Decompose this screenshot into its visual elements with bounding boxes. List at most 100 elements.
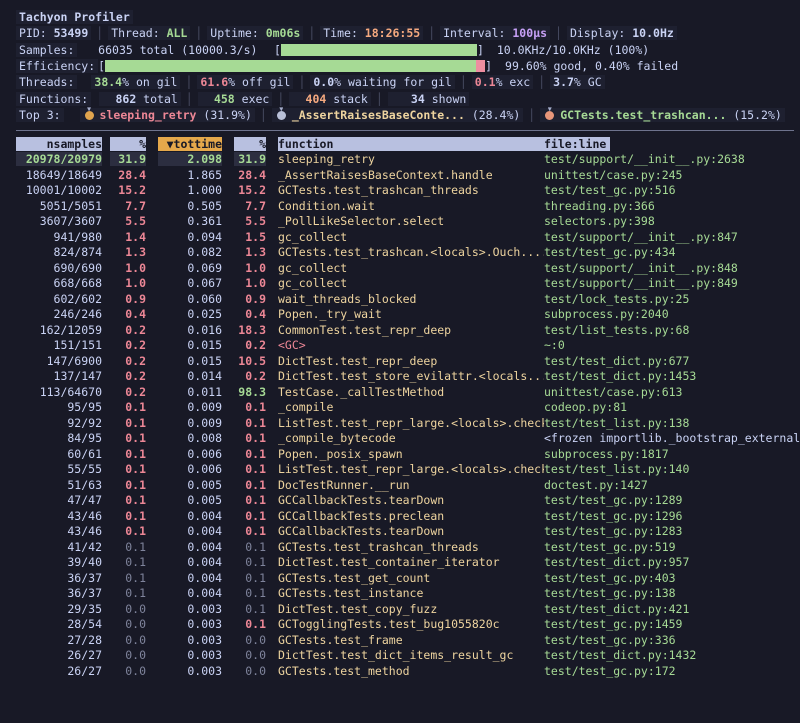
table-row[interactable]: 18649/1864928.41.86528.4_AssertRaisesBas… xyxy=(16,167,800,183)
cell-tottime: 0.009 xyxy=(158,416,222,430)
cell-function: gc_collect xyxy=(278,276,544,290)
table-row[interactable]: 246/2460.40.0250.4Popen._try_waitsubproc… xyxy=(16,307,800,323)
table-row[interactable]: 26/270.00.0030.0DictTest.test_dict_items… xyxy=(16,648,800,664)
cell-nsamples: 60/61 xyxy=(16,447,102,461)
cell-cumulative-pct: 0.1 xyxy=(234,602,266,616)
cell-direct-pct: 0.4 xyxy=(110,307,146,321)
column-header-tottime-sorted[interactable]: ▼tottime xyxy=(158,137,222,151)
column-header-file-line[interactable]: file:line xyxy=(544,137,610,151)
table-row[interactable]: 10001/1000215.21.00015.2GCTests.test_tra… xyxy=(16,183,800,199)
cell-nsamples: 690/690 xyxy=(16,261,102,275)
top3-entry[interactable]: sleeping_retry (31.9%) xyxy=(80,108,255,122)
table-row[interactable]: 824/8741.30.0821.3GCTests.test_trashcan.… xyxy=(16,245,800,261)
column-header-cumulative-pct[interactable]: % xyxy=(234,137,266,151)
thread-stat-value: 38.4 xyxy=(94,75,122,89)
table-row[interactable]: 95/950.10.0090.1_compilecodeop.py:81 xyxy=(16,400,800,416)
cell-nsamples: 824/874 xyxy=(16,245,102,259)
column-header-direct-pct[interactable]: % xyxy=(110,137,146,151)
table-row[interactable]: 147/69000.20.01510.5DictTest.test_repr_d… xyxy=(16,353,800,369)
cell-file-line: doctest.py:1427 xyxy=(544,478,800,492)
table-row[interactable]: 55/550.10.0060.1ListTest.test_repr_large… xyxy=(16,462,800,478)
cell-nsamples: 41/42 xyxy=(16,540,102,554)
column-header-function[interactable]: function xyxy=(278,137,544,151)
table-row[interactable]: 28/540.00.0030.1GCTogglingTests.test_bug… xyxy=(16,617,800,633)
info-item-value: 100µs xyxy=(512,26,547,40)
table-row[interactable]: 5051/50517.70.5057.7Condition.waitthread… xyxy=(16,198,800,214)
column-header-nsamples[interactable]: nsamples xyxy=(16,137,102,151)
silver-medal-icon xyxy=(277,111,286,120)
top3-entry[interactable]: _AssertRaisesBaseConte... (28.4%) xyxy=(272,108,523,122)
bronze-medal-icon xyxy=(545,111,554,120)
cell-function: GCCallbackTests.tearDown xyxy=(278,493,544,507)
table-row[interactable]: 690/6901.00.0691.0gc_collecttest/support… xyxy=(16,260,800,276)
cell-nsamples: 20978/20979 xyxy=(16,152,102,166)
cell-tottime: 0.009 xyxy=(158,400,222,414)
table-row[interactable]: 162/120590.20.01618.3CommonTest.test_rep… xyxy=(16,322,800,338)
table-row[interactable]: 43/460.10.0040.1GCCallbackTests.tearDown… xyxy=(16,524,800,540)
cell-direct-pct: 0.2 xyxy=(110,385,146,399)
cell-direct-pct: 31.9 xyxy=(110,152,146,166)
separator: │ xyxy=(303,26,320,40)
table-row[interactable]: 41/420.10.0040.1GCTests.test_trashcan_th… xyxy=(16,539,800,555)
cell-cumulative-pct: 0.1 xyxy=(234,400,266,414)
cell-cumulative-pct: 0.1 xyxy=(234,493,266,507)
table-row[interactable]: 113/646700.20.01198.3TestCase._callTestM… xyxy=(16,384,800,400)
samples-total xyxy=(77,43,98,57)
table-row[interactable]: 26/270.00.0030.0GCTests.test_methodtest/… xyxy=(16,663,800,679)
cell-nsamples: 84/95 xyxy=(16,431,102,445)
cell-tottime: 0.003 xyxy=(158,633,222,647)
column-header-file-line-wrap: file:line xyxy=(544,137,800,151)
cell-cumulative-pct: 28.4 xyxy=(234,168,266,182)
thread-stat-label: % off gil xyxy=(228,75,290,89)
table-row[interactable]: 92/920.10.0090.1ListTest.test_repr_large… xyxy=(16,415,800,431)
separator: │ xyxy=(550,26,567,40)
table-row[interactable]: 36/370.10.0040.1GCTests.test_get_countte… xyxy=(16,570,800,586)
cell-function: DictTest.test_store_evilattr.<locals... xyxy=(278,369,544,383)
table-row[interactable]: 137/1470.20.0140.2DictTest.test_store_ev… xyxy=(16,369,800,385)
samples-rate-text: 10.0KHz/10.0KHz (100%) xyxy=(497,43,649,57)
table-row[interactable]: 51/630.10.0050.1DocTestRunner.__rundocte… xyxy=(16,477,800,493)
cell-tottime: 0.015 xyxy=(158,354,222,368)
cell-function: DocTestRunner.__run xyxy=(278,478,544,492)
cell-tottime: 0.004 xyxy=(158,586,222,600)
table-row[interactable]: 29/350.00.0030.1DictTest.test_copy_fuzzt… xyxy=(16,601,800,617)
info-item: Interval: 100µs xyxy=(440,26,550,40)
table-row[interactable]: 3607/36075.50.3615.5_PollLikeSelector.se… xyxy=(16,214,800,230)
cell-nsamples: 602/602 xyxy=(16,292,102,306)
cell-cumulative-pct: 0.1 xyxy=(234,462,266,476)
thread-stat: 3.7% GC xyxy=(550,75,604,89)
threads-line: Threads:38.4% on gil│61.6% off gil│0.0% … xyxy=(16,74,800,90)
top3-entry[interactable]: GCTests.test_trashcan... (15.2%) xyxy=(540,108,785,122)
table-row[interactable]: 47/470.10.0050.1GCCallbackTests.tearDown… xyxy=(16,493,800,509)
thread-stat-label: % on gil xyxy=(122,75,177,89)
cell-cumulative-pct: 18.3 xyxy=(234,323,266,337)
table-header-row: nsamples % ▼tottime % function file:line xyxy=(16,136,800,152)
gold-medal-icon xyxy=(85,111,94,120)
table-row[interactable]: 668/6681.00.0671.0gc_collecttest/support… xyxy=(16,276,800,292)
table-row[interactable]: 84/950.10.0080.1_compile_bytecode<frozen… xyxy=(16,431,800,447)
table-row[interactable]: 39/400.10.0040.1DictTest.test_container_… xyxy=(16,555,800,571)
table-row[interactable]: 941/9801.40.0941.5gc_collecttest/support… xyxy=(16,229,800,245)
table-row[interactable]: 36/370.10.0040.1GCTests.test_instancetes… xyxy=(16,586,800,602)
thread-stat-value: 0.1 xyxy=(475,75,496,89)
table-row[interactable]: 602/6020.90.0600.9wait_threads_blockedte… xyxy=(16,291,800,307)
table-row[interactable]: 20978/2097931.92.09831.9sleeping_retryte… xyxy=(16,152,800,168)
samples-bar-fill xyxy=(281,44,477,56)
cell-direct-pct: 0.1 xyxy=(110,555,146,569)
cell-file-line: test/test_dict.py:421 xyxy=(544,602,800,616)
cell-nsamples: 151/151 xyxy=(16,338,102,352)
table-row[interactable]: 151/1510.20.0150.2<GC>~:0 xyxy=(16,338,800,354)
cell-nsamples: 43/46 xyxy=(16,509,102,523)
cell-file-line: threading.py:366 xyxy=(544,199,800,213)
table-row[interactable]: 27/280.00.0030.0GCTests.test_frametest/t… xyxy=(16,632,800,648)
cell-function: CommonTest.test_repr_deep xyxy=(278,323,544,337)
cell-tottime: 0.014 xyxy=(158,369,222,383)
samples-rate-bar xyxy=(281,44,477,56)
function-stat: 34 shown xyxy=(388,92,470,106)
cell-tottime: 0.015 xyxy=(158,338,222,352)
table-row[interactable]: 60/610.10.0060.1Popen._posix_spawnsubpro… xyxy=(16,446,800,462)
top3-line: Top 3:sleeping_retry (31.9%)│_AssertRais… xyxy=(16,107,800,123)
table-row[interactable]: 43/460.10.0040.1GCCallbackTests.preclean… xyxy=(16,508,800,524)
separator: │ xyxy=(523,108,540,122)
efficiency-text: 99.60% good, 0.40% failed xyxy=(505,59,678,73)
